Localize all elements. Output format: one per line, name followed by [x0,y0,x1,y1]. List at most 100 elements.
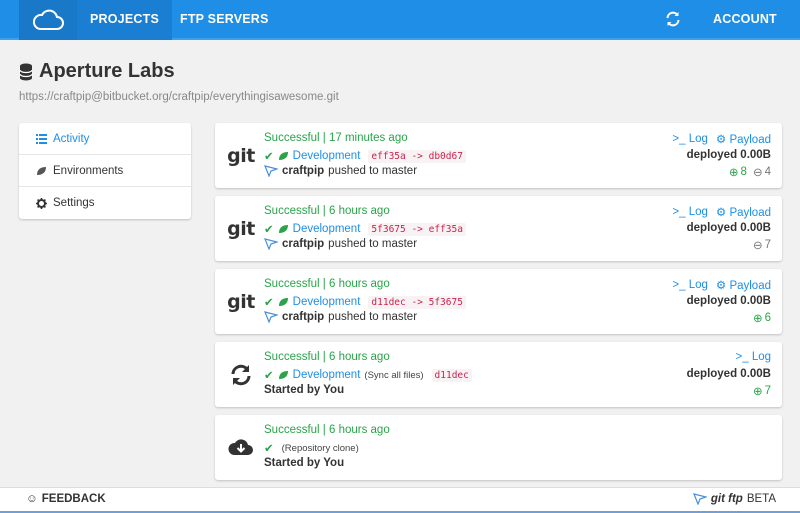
git-icon: git [227,291,255,313]
check-icon: ✔ [264,151,274,163]
started-by-text: Started by You [264,384,345,396]
added-count: ⊕ 6 [753,311,771,325]
push-info: craftpip pushed to master [264,238,417,250]
action-text: pushed to master [328,311,418,323]
environment-link[interactable]: Development [293,296,361,308]
sidebar-item-label: Settings [53,197,95,209]
sync-note: (Sync all files) [364,369,424,381]
payload-label: Payload [729,280,771,292]
commit-hash: eff35a -> db0d67 [368,149,466,163]
user-name: craftpip [282,238,325,250]
smile-icon: ☺ [26,493,38,505]
check-icon: ✔ [264,297,274,309]
file-counts: ⊖ 7 [753,238,771,252]
nav-projects[interactable]: PROJECTS [77,0,172,40]
terminal-icon: >_ [735,351,749,363]
added-value: 8 [740,166,747,178]
log-label: Log [688,133,708,145]
repository-url: https://craftpip@bitbucket.org/craftpip/… [19,91,339,103]
log-link[interactable]: >_ Log [672,206,708,218]
gear-icon [36,197,47,209]
log-link[interactable]: >_ Log [672,133,708,145]
check-icon: ✔ [264,443,274,455]
removed-count: ⊖ 7 [753,238,771,252]
deploy-details: ✔ Development 5f3675 -> eff35a [264,222,466,236]
commit-hash: 5f3675 -> eff35a [368,222,466,236]
feedback-button[interactable]: ☺ FEEDBACK [26,493,106,505]
nav-account[interactable]: ACCOUNT [713,0,777,40]
deployed-size: deployed 0.00B [686,149,771,161]
log-link[interactable]: >_ Log [735,351,771,363]
check-icon: ✔ [264,370,274,382]
activity-item[interactable]: Successful | 6 hours ago ✔ (Repository c… [215,415,782,480]
activity-item[interactable]: git Successful | 6 hours ago ✔ Developme… [215,196,782,261]
push-info: craftpip pushed to master [264,311,417,323]
deployed-size: deployed 0.00B [686,295,771,307]
git-icon: git [227,145,255,167]
sidebar-item-settings[interactable]: Settings [19,187,191,219]
action-text: pushed to master [328,165,418,177]
deployed-size: deployed 0.00B [686,222,771,234]
activity-item[interactable]: git Successful | 6 hours ago ✔ Developme… [215,269,782,334]
plus-circle-icon: ⊕ [752,313,763,325]
removed-count: ⊖ 4 [753,165,771,179]
user-name: craftpip [282,311,325,323]
nav-ftp-servers[interactable]: FTP SERVERS [180,0,269,40]
brand-logo: git ftp BETA [692,493,776,505]
status-text: Successful | 6 hours ago [264,278,390,290]
gear-icon: ⚙ [715,280,727,292]
added-count: ⊕ 7 [753,384,771,398]
card-actions: >_ Log ⚙ Payload [672,205,771,219]
log-link[interactable]: >_ Log [672,279,708,291]
activity-item[interactable]: Successful | 6 hours ago ✔ Development (… [215,342,782,407]
started-by: Started by You [264,384,344,396]
payload-link[interactable]: ⚙ Payload [716,205,771,219]
sidebar-item-label: Activity [53,132,90,145]
status-text: Successful | 6 hours ago [264,424,390,436]
file-counts: ⊕ 8 ⊖ 4 [729,165,771,179]
minus-circle-icon: ⊖ [752,240,763,252]
user-name: craftpip [282,165,325,177]
terminal-icon: >_ [672,279,686,291]
card-actions: >_ Log ⚙ Payload [672,278,771,292]
leaf-icon [278,371,288,379]
sidebar-item-environments[interactable]: Environments [19,155,191,187]
sidebar-item-label: Environments [53,164,124,177]
payload-link[interactable]: ⚙ Payload [716,278,771,292]
log-label: Log [688,206,708,218]
status-text: Successful | 6 hours ago [264,351,390,363]
bird-icon [264,311,278,323]
environment-link[interactable]: Development [293,150,361,162]
leaf-icon [278,298,288,306]
database-icon [19,63,33,80]
clone-note: (Repository clone) [281,442,359,454]
activity-item[interactable]: git Successful | 17 minutes ago ✔ Develo… [215,123,782,188]
environment-link[interactable]: Development [293,223,361,235]
footer: ☺ FEEDBACK git ftp BETA [0,487,800,513]
terminal-icon: >_ [672,206,686,218]
removed-value: 7 [764,239,771,251]
log-label: Log [751,351,771,363]
removed-value: 4 [764,166,771,178]
added-count: ⊕ 8 [729,165,747,179]
plus-circle-icon: ⊕ [728,167,739,179]
sidebar-item-activity[interactable]: Activity [19,123,191,155]
project-title-text: Aperture Labs [39,60,175,82]
cloud-icon [32,9,64,30]
file-counts: ⊕ 7 [753,384,771,398]
list-icon [36,133,47,144]
environment-link[interactable]: Development [293,369,361,381]
leaf-icon [278,225,288,233]
card-actions: >_ Log [735,351,771,363]
started-by-text: Started by You [264,457,345,469]
leaf-icon [37,166,46,175]
terminal-icon: >_ [672,133,686,145]
file-counts: ⊕ 6 [753,311,771,325]
card-actions: >_ Log ⚙ Payload [672,132,771,146]
plus-circle-icon: ⊕ [752,386,763,398]
payload-link[interactable]: ⚙ Payload [716,132,771,146]
status-text: Successful | 17 minutes ago [264,132,408,144]
refresh-icon[interactable] [664,10,682,28]
bird-icon [264,165,278,177]
cloud-logo-button[interactable] [19,0,77,40]
